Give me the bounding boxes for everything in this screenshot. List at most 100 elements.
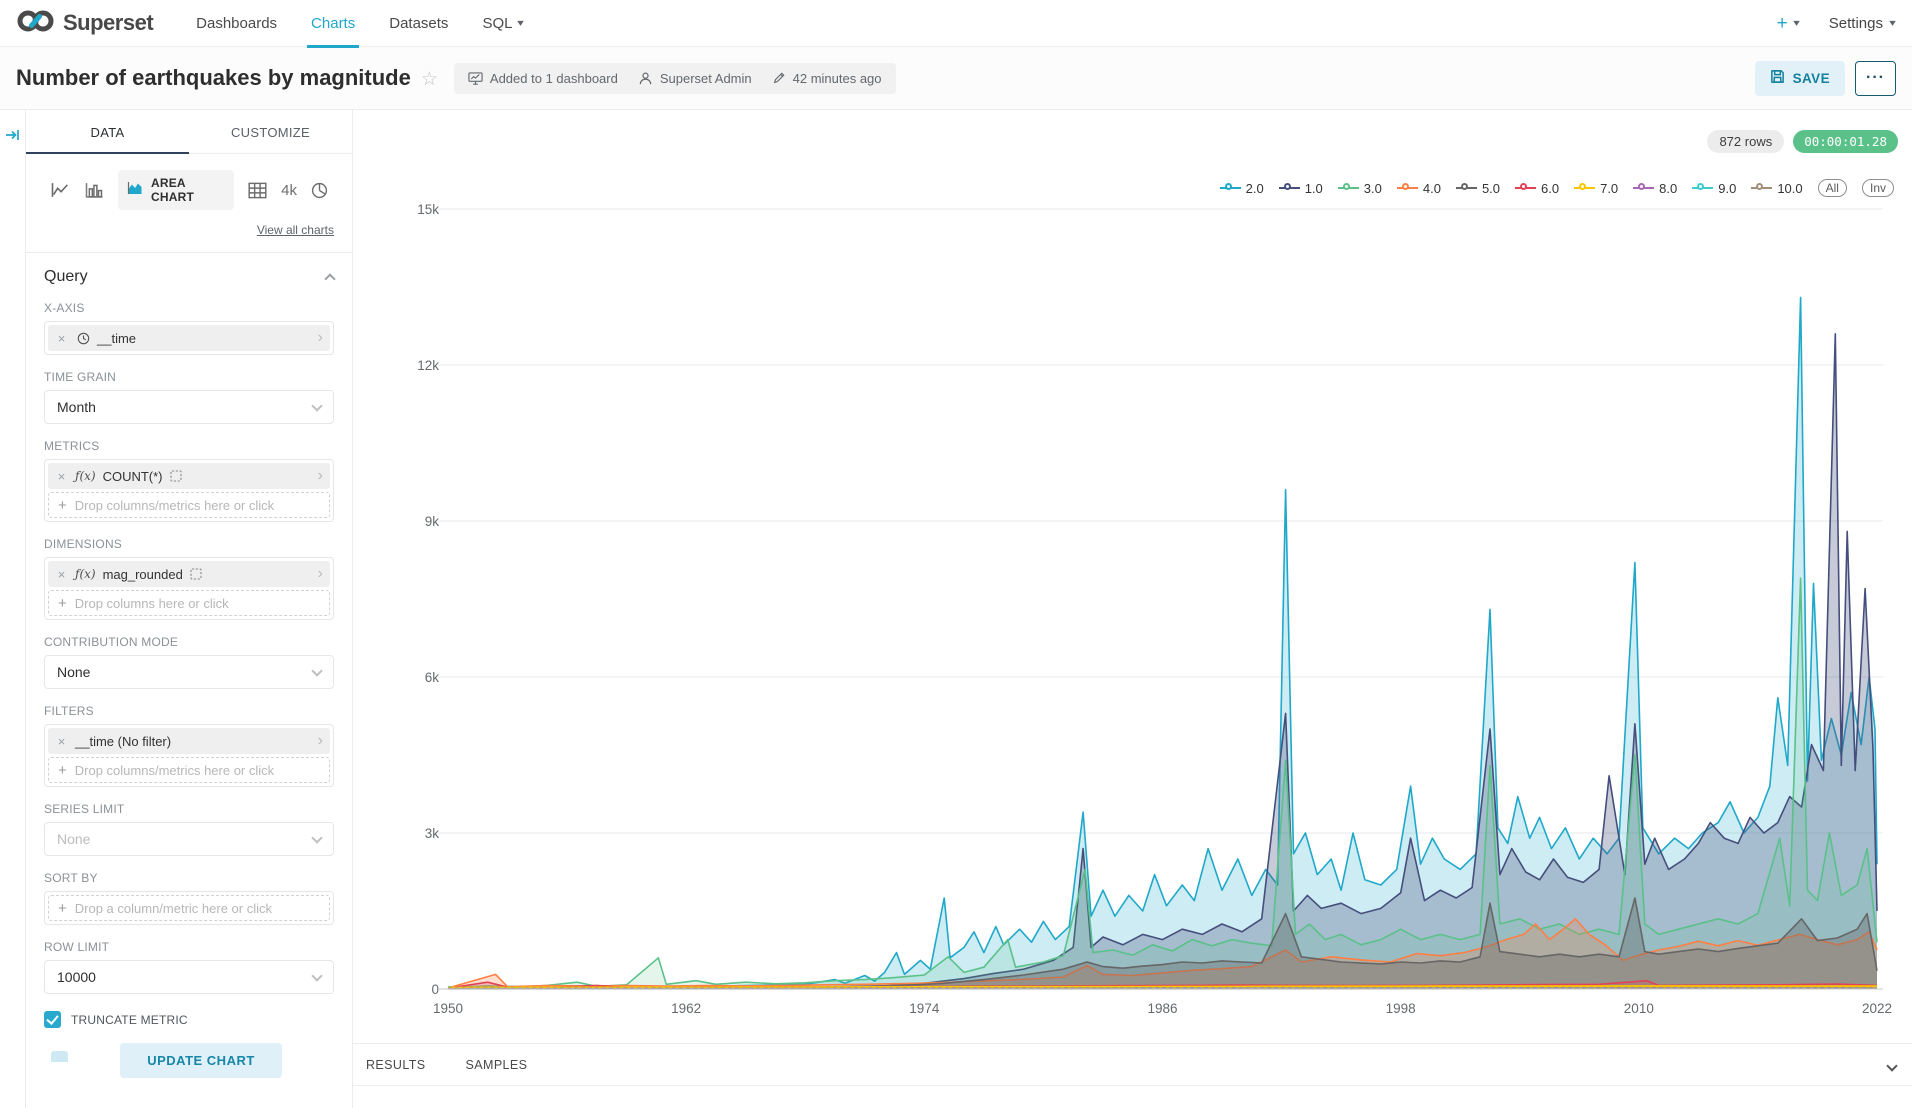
- tab-results[interactable]: RESULTS: [366, 1058, 426, 1072]
- meta-badge-label: 42 minutes ago: [793, 71, 882, 86]
- truncate-metric-checkbox[interactable]: [44, 1011, 61, 1028]
- legend-inv-button[interactable]: Inv: [1862, 179, 1894, 197]
- plus-icon: +: [58, 498, 67, 513]
- update-chart-button[interactable]: UPDATE CHART: [120, 1043, 282, 1078]
- chart-area: 872 rows 00:00:01.28 2.01.03.04.05.06.07…: [353, 110, 1912, 1108]
- close-icon[interactable]: ×: [48, 469, 75, 484]
- more-actions-button[interactable]: ···: [1855, 61, 1896, 96]
- contribution-mode-select[interactable]: None: [44, 655, 334, 689]
- legend-marker-icon: [1456, 183, 1477, 193]
- sort-by-drop-zone[interactable]: + Drop a column/metric here or click: [48, 895, 330, 921]
- legend-item-9.0[interactable]: 9.0: [1692, 181, 1736, 196]
- legend-marker-icon: [1220, 183, 1241, 193]
- contribution-mode-label: CONTRIBUTION MODE: [44, 635, 334, 649]
- legend-item-1.0[interactable]: 1.0: [1279, 181, 1323, 196]
- query-timer-badge: 00:00:01.28: [1793, 130, 1898, 153]
- tab-customize[interactable]: CUSTOMIZE: [189, 110, 352, 153]
- filters-drop-text: Drop columns/metrics here or click: [75, 763, 274, 778]
- legend-item-7.0[interactable]: 7.0: [1574, 181, 1618, 196]
- metrics-drop-zone[interactable]: + Drop columns/metrics here or click: [48, 492, 330, 518]
- area-chart-canvas[interactable]: 03k6k9k12k15k195019621974198619982010202…: [353, 110, 1911, 1108]
- adhoc-metric-icon: [170, 470, 182, 482]
- chevron-right-icon[interactable]: ›: [318, 733, 323, 749]
- pie-chart-icon[interactable]: [311, 182, 328, 199]
- user-icon: [638, 71, 653, 86]
- filters-drop-zone[interactable]: + Drop columns/metrics here or click: [48, 757, 330, 783]
- settings-label: Settings: [1829, 15, 1883, 32]
- legend-item-4.0[interactable]: 4.0: [1397, 181, 1441, 196]
- collapse-panel-icon[interactable]: [5, 128, 20, 1108]
- nav-item-sql[interactable]: SQL▾: [465, 0, 540, 47]
- chevron-right-icon[interactable]: ›: [318, 566, 323, 582]
- chevron-up-icon: [324, 273, 335, 284]
- meta-badge[interactable]: 42 minutes ago: [772, 71, 882, 86]
- superset-brand[interactable]: Superset: [17, 9, 153, 38]
- close-icon[interactable]: ×: [48, 734, 75, 749]
- metric-pill[interactable]: × ƒ(x) COUNT(*) ›: [48, 463, 330, 489]
- svg-text:1974: 1974: [909, 1001, 940, 1016]
- new-item-button[interactable]: + ▾: [1777, 14, 1799, 33]
- settings-menu[interactable]: Settings ▾: [1829, 15, 1895, 32]
- row-limit-value: 10000: [57, 969, 96, 985]
- big-number-chart-icon[interactable]: 4k: [281, 182, 297, 199]
- legend-marker-icon: [1338, 183, 1359, 193]
- partial-checkbox[interactable]: [51, 1051, 68, 1062]
- tab-data[interactable]: DATA: [26, 110, 189, 153]
- save-button[interactable]: SAVE: [1755, 61, 1845, 96]
- dimension-value: mag_rounded: [103, 567, 183, 582]
- meta-badge[interactable]: Added to 1 dashboard: [468, 71, 618, 86]
- tab-samples[interactable]: SAMPLES: [466, 1058, 528, 1072]
- clock-icon: [77, 332, 90, 345]
- filter-value: __time (No filter): [75, 734, 171, 749]
- close-icon[interactable]: ×: [48, 567, 75, 582]
- dimension-pill[interactable]: × ƒ(x) mag_rounded ›: [48, 561, 330, 587]
- legend-item-8.0[interactable]: 8.0: [1633, 181, 1677, 196]
- legend-label: 6.0: [1541, 181, 1559, 196]
- time-grain-select[interactable]: Month: [44, 390, 334, 424]
- svg-text:1950: 1950: [433, 1001, 463, 1016]
- svg-text:15k: 15k: [417, 202, 439, 217]
- x-axis-pill[interactable]: × __time ›: [48, 325, 330, 351]
- nav-item-charts[interactable]: Charts: [294, 0, 372, 47]
- dimensions-drop-zone[interactable]: + Drop columns here or click: [48, 590, 330, 616]
- legend-item-6.0[interactable]: 6.0: [1515, 181, 1559, 196]
- series-limit-select[interactable]: None: [44, 822, 334, 856]
- chevron-right-icon[interactable]: ›: [318, 468, 323, 484]
- legend-label: 9.0: [1718, 181, 1736, 196]
- nav-item-datasets[interactable]: Datasets: [372, 0, 465, 47]
- bar-chart-icon[interactable]: [85, 182, 104, 198]
- svg-text:3k: 3k: [425, 826, 440, 841]
- top-navbar: Superset DashboardsChartsDatasetsSQL▾ + …: [0, 0, 1912, 47]
- row-limit-select[interactable]: 10000: [44, 960, 334, 994]
- pencil-icon: [772, 71, 786, 85]
- data-panel: DATACUSTOMIZE: [26, 110, 353, 1108]
- collapse-results-icon[interactable]: [1888, 1057, 1896, 1075]
- metrics-drop-text: Drop columns/metrics here or click: [75, 498, 274, 513]
- line-chart-icon[interactable]: [50, 182, 71, 198]
- legend-item-2.0[interactable]: 2.0: [1220, 181, 1264, 196]
- close-icon[interactable]: ×: [48, 331, 75, 346]
- save-icon: [1770, 69, 1785, 87]
- legend-item-10.0[interactable]: 10.0: [1751, 181, 1802, 196]
- legend-marker-icon: [1279, 183, 1300, 193]
- legend-item-3.0[interactable]: 3.0: [1338, 181, 1382, 196]
- panel-tabs: DATACUSTOMIZE: [26, 110, 352, 154]
- caret-down-icon: ▾: [1793, 18, 1800, 29]
- view-all-charts-link[interactable]: View all charts: [257, 223, 334, 237]
- legend-all-button[interactable]: All: [1818, 179, 1847, 197]
- nav-item-dashboards[interactable]: Dashboards: [179, 0, 294, 47]
- chevron-down-icon: [311, 970, 322, 981]
- chevron-right-icon[interactable]: ›: [318, 330, 323, 346]
- dimensions-label: DIMENSIONS: [44, 537, 334, 551]
- chevron-down-icon: [311, 400, 322, 411]
- favorite-star-icon[interactable]: ☆: [421, 68, 438, 91]
- table-icon[interactable]: [248, 182, 267, 199]
- legend-item-5.0[interactable]: 5.0: [1456, 181, 1500, 196]
- query-section-title: Query: [44, 268, 88, 286]
- legend-label: 2.0: [1246, 181, 1264, 196]
- meta-badge[interactable]: Superset Admin: [638, 71, 752, 86]
- viz-type-selected[interactable]: AREA CHART: [118, 170, 234, 210]
- metrics-label: METRICS: [44, 439, 334, 453]
- filter-pill[interactable]: × __time (No filter) ›: [48, 728, 330, 754]
- query-section-header[interactable]: Query: [44, 268, 334, 286]
